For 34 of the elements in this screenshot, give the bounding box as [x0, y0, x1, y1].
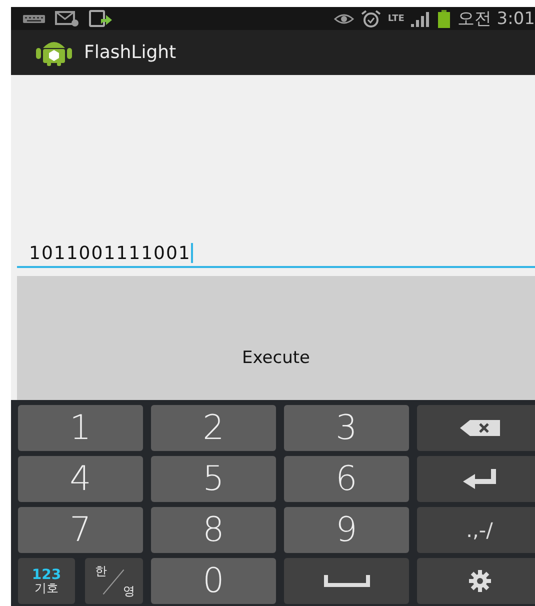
space-bar-icon: [324, 575, 370, 587]
signal-icon: [411, 10, 432, 26]
battery-icon: [438, 10, 450, 28]
backspace-key[interactable]: [417, 405, 535, 451]
keyboard-icon: [23, 14, 45, 22]
digit-key[interactable]: 1: [18, 405, 143, 451]
mail-icon: [55, 10, 79, 26]
mode-key[interactable]: 123 기호: [18, 558, 75, 604]
eye-icon: [334, 12, 354, 24]
settings-key[interactable]: [417, 558, 535, 604]
language-key[interactable]: 한 영: [85, 558, 143, 604]
network-label: LTE: [388, 14, 404, 24]
gear-icon: [468, 570, 490, 592]
digit-key[interactable]: 4: [18, 456, 143, 502]
alarm-icon: [360, 10, 381, 28]
enter-icon: [462, 469, 496, 489]
android-robot-icon: [36, 40, 72, 66]
digit-key[interactable]: 0: [151, 558, 276, 604]
app-title: FlashLight: [84, 42, 176, 63]
space-key[interactable]: [284, 558, 409, 604]
digit-key[interactable]: 9: [284, 507, 409, 553]
symbols-key[interactable]: .,-/: [417, 507, 535, 553]
execute-button[interactable]: Execute: [17, 276, 535, 400]
digit-key[interactable]: 2: [151, 405, 276, 451]
enter-key[interactable]: [417, 456, 535, 502]
digit-key[interactable]: 5: [151, 456, 276, 502]
backspace-icon: [460, 420, 500, 436]
screen-arrow-icon: [89, 10, 113, 28]
digit-key[interactable]: 7: [18, 507, 143, 553]
digit-key[interactable]: 6: [284, 456, 409, 502]
digit-key[interactable]: 8: [151, 507, 276, 553]
status-time: 오전 3:01: [457, 8, 535, 30]
number-input-field[interactable]: 1011001111001: [17, 240, 535, 268]
digit-key[interactable]: 3: [284, 405, 409, 451]
